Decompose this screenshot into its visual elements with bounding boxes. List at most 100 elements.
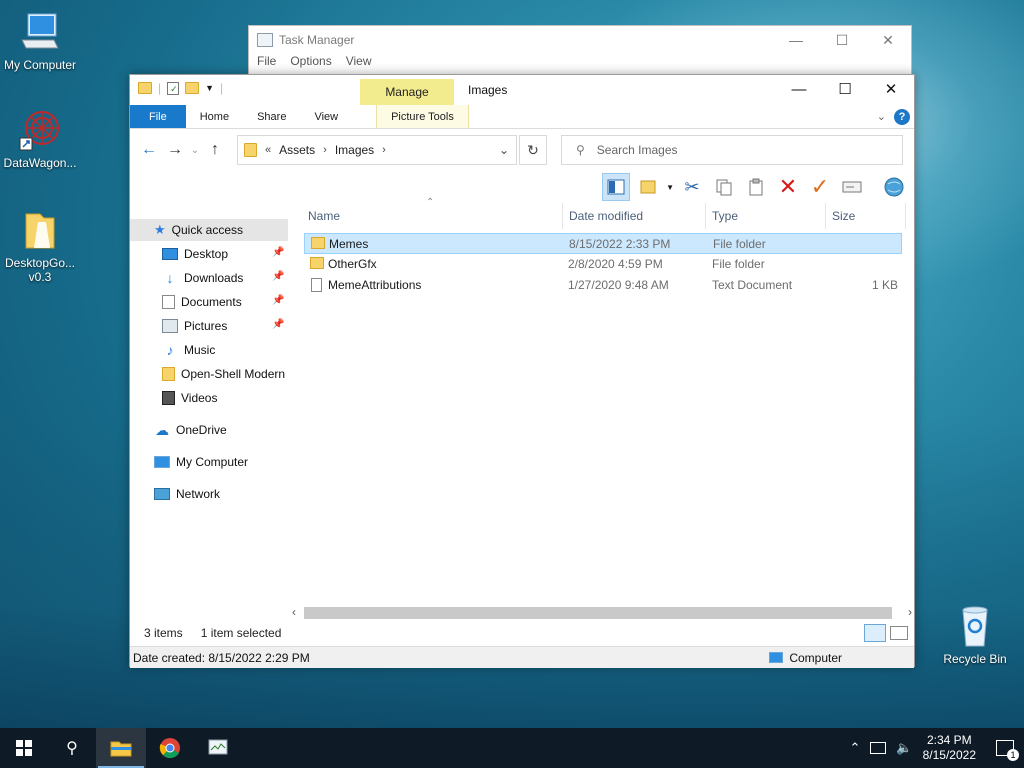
folder-icon [311,237,325,249]
breadcrumb-images[interactable]: Images [335,143,374,157]
tab-picture-tools[interactable]: Picture Tools [376,105,469,128]
nav-quick-access[interactable]: ★ Quick access [130,219,288,241]
chevron-right-icon[interactable]: › [323,144,327,156]
nav-item-videos[interactable]: Videos [162,387,217,409]
notifications-icon[interactable]: 1 [996,740,1019,761]
breadcrumb-overflow[interactable]: « [265,144,271,156]
up-arrow-icon[interactable]: ↑ [202,141,228,159]
start-button[interactable] [0,728,48,768]
nav-onedrive[interactable]: ☁ OneDrive [154,419,227,441]
properties-icon[interactable]: ✓ [167,81,180,95]
classic-toolbar: ▼ ✂ ✕ ✓ [130,171,914,203]
explorer-window[interactable]: | ✓ ▼ | Manage Images — ☐ ✕ File Home Sh… [129,74,916,668]
tab-home[interactable]: Home [186,105,243,128]
scroll-left-icon[interactable]: ‹ [292,605,296,619]
file-type: File folder [713,237,766,251]
file-date: 1/27/2020 9:48 AM [568,278,669,292]
new-folder-icon[interactable] [185,82,200,94]
address-bar[interactable]: « Assets › Images › ⌄ [237,135,517,165]
nav-item-downloads[interactable]: ↓ Downloads [162,267,244,289]
minimize-button[interactable]: — [776,75,822,103]
network-tray-icon[interactable] [870,742,887,754]
nav-label: Open-Shell Modern [181,367,286,381]
clock[interactable]: 2:34 PM 8/15/2022 [923,733,976,763]
nav-item-music[interactable]: ♪ Music [162,339,216,361]
recent-locations-chevron-icon[interactable]: ⌄ [188,145,202,156]
back-arrow-icon[interactable]: ← [136,141,162,159]
preview-pane-icon[interactable] [602,173,631,201]
views-icon[interactable] [634,173,662,201]
search-button[interactable]: ⚲ [48,728,96,768]
forward-arrow-icon[interactable]: → [162,141,188,159]
datawagon-icon [18,108,62,152]
properties-check-icon[interactable]: ✓ [806,173,834,201]
nav-item-open-shell[interactable]: Open-Shell Modern [162,363,285,385]
delete-icon[interactable]: ✕ [774,173,802,201]
search-box[interactable]: ⚲ Search Images [561,135,903,165]
pin-icon: 📌 [272,295,285,306]
column-header-date[interactable]: Date modified [563,203,706,229]
tab-share[interactable]: Share [243,105,300,128]
column-header-size[interactable]: Size [826,203,906,229]
close-button[interactable]: ✕ [868,75,914,103]
column-header-type[interactable]: Type [706,203,826,229]
separator: | [220,81,224,95]
quick-access-toolbar: | ✓ ▼ | [138,81,223,95]
chevron-right-icon[interactable]: › [382,144,386,156]
desktop-icon-datawagon[interactable]: DataWagon... [0,108,80,170]
file-row[interactable]: OtherGfx 2/8/2020 4:59 PM File folder [304,254,902,275]
desktop-icon-label: My Computer [3,58,77,72]
desktop-icon-desktopgo[interactable]: DesktopGo... v0.3 [0,208,80,284]
column-header-name[interactable]: Name [302,203,563,229]
file-row[interactable]: Memes 8/15/2022 2:33 PM File folder [304,233,902,254]
globe-icon[interactable] [880,173,908,201]
tm-menu-options[interactable]: Options [290,54,331,68]
large-icons-view-icon[interactable] [890,626,908,640]
tm-menu-view[interactable]: View [346,54,372,68]
taskbar-file-explorer[interactable] [96,728,146,768]
cut-icon[interactable]: ✂ [678,173,706,201]
copy-icon[interactable] [710,173,738,201]
qat-dropdown-icon[interactable]: ▼ [205,83,214,93]
desktop-icon-recycle-bin[interactable]: Recycle Bin [935,604,1015,666]
desktop-icon-my-computer[interactable]: My Computer [0,10,80,72]
breadcrumb-assets[interactable]: Assets [279,143,315,157]
help-icon[interactable]: ? [894,108,910,125]
address-dropdown-icon[interactable]: ⌄ [492,143,516,157]
rename-icon[interactable] [838,173,866,201]
tab-view[interactable]: View [300,105,352,128]
music-note-icon: ♪ [166,342,174,358]
nav-my-computer[interactable]: My Computer [154,451,248,473]
nav-item-pictures[interactable]: Pictures [162,315,227,337]
computer-icon [18,10,62,54]
taskbar-chrome[interactable] [146,728,194,768]
horizontal-scrollbar[interactable]: ‹ › [290,605,916,622]
ribbon-tabs: File Home Share View Picture Tools ⌄ ? [130,105,914,129]
explorer-titlebar[interactable]: | ✓ ▼ | Manage Images — ☐ ✕ [130,75,914,105]
scrollbar-thumb[interactable] [304,607,892,619]
close-button[interactable]: ✕ [865,26,911,54]
item-count: 3 items [144,626,183,640]
maximize-button[interactable]: ☐ [822,75,868,103]
nav-item-documents[interactable]: Documents [162,291,242,313]
tm-menu-file[interactable]: File [257,54,276,68]
tab-manage[interactable]: Manage [360,79,454,105]
nav-network[interactable]: Network [154,483,220,505]
clock-date: 8/15/2022 [922,748,976,762]
file-row[interactable]: MemeAttributions 1/27/2020 9:48 AM Text … [304,275,902,296]
tab-file[interactable]: File [130,105,186,128]
volume-icon[interactable]: 🔈 [896,740,912,756]
refresh-button[interactable]: ↻ [519,135,547,165]
paste-icon[interactable] [742,173,770,201]
details-view-icon[interactable] [864,624,886,642]
scroll-right-icon[interactable]: › [908,605,912,619]
folder-icon [310,257,324,269]
nav-item-desktop[interactable]: Desktop [162,243,228,265]
maximize-button[interactable]: ☐ [819,26,865,54]
views-dropdown-icon[interactable]: ▼ [666,183,674,192]
location-label: Computer [789,650,842,665]
taskbar-task-manager[interactable] [194,728,242,768]
expand-ribbon-icon[interactable]: ⌄ [877,110,886,123]
chevron-up-icon[interactable]: ⌃ [850,740,861,756]
minimize-button[interactable]: — [773,26,819,54]
